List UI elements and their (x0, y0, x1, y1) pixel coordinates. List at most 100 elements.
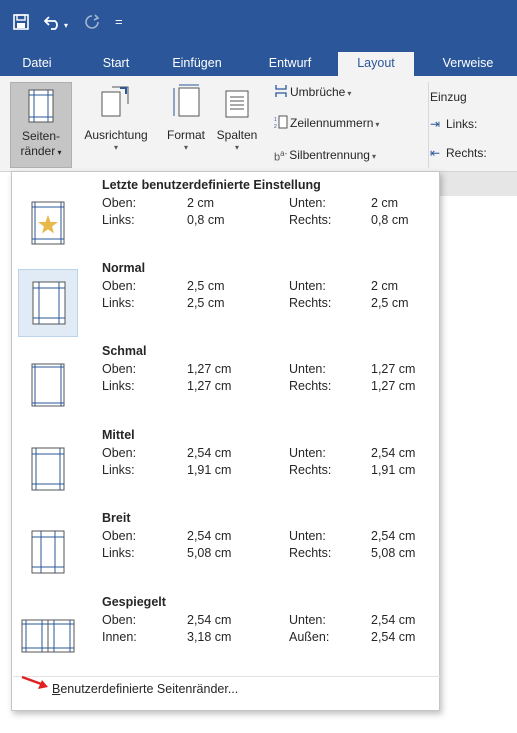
margin-option-title: Normal (102, 261, 146, 275)
indent-left-icon: ⇥ (430, 117, 441, 131)
custom-margins-menu-item[interactable]: Benutzerdefinierte Seitenränder... (52, 682, 238, 696)
breaks-label: Umbrüche (290, 85, 346, 100)
tab-entwurf[interactable]: Entwurf (258, 52, 322, 76)
tab-verweise[interactable]: Verweise (432, 52, 504, 76)
breaks-icon (274, 84, 288, 102)
wide-margins-icon (18, 519, 78, 587)
red-arrow-icon (20, 674, 50, 695)
label-right: Rechts: (289, 296, 332, 310)
label-right: Rechts: (289, 213, 332, 227)
tab-datei[interactable]: Datei (17, 52, 57, 76)
label-inside: Innen: (102, 630, 137, 644)
value-top: 2,54 cm (187, 613, 232, 627)
hyphenation-chevron-icon: ▾ (371, 152, 376, 161)
indent-right-icon: ⇤ (430, 146, 441, 160)
label-left: Links: (102, 463, 135, 477)
title-bar: ▾ = (0, 0, 517, 52)
indent-left-label: Links: (446, 117, 478, 131)
indent-label: Einzug (430, 90, 467, 104)
normal-margins-icon (18, 269, 78, 337)
value-right: 1,27 cm (371, 379, 416, 393)
size-label: Format (166, 128, 205, 142)
save-icon[interactable] (13, 14, 29, 30)
label-bottom: Unten: (289, 446, 326, 460)
label-bottom: Unten: (289, 362, 326, 376)
value-bottom: 1,27 cm (371, 362, 416, 376)
hyphenation-icon: ba- (274, 149, 288, 164)
value-left: 1,27 cm (187, 379, 232, 393)
size-chevron-icon: ▾ (183, 143, 188, 152)
value-left: 1,91 cm (187, 463, 232, 477)
label-top: Oben: (102, 529, 137, 543)
undo-icon[interactable] (44, 14, 62, 30)
value-inside: 3,18 cm (187, 630, 232, 644)
margin-option-last-custom[interactable]: Letzte benutzerdefinierte Einstellung Ob… (13, 178, 440, 262)
tab-einfuegen[interactable]: Einfügen (166, 52, 228, 76)
columns-label: Spalten (216, 128, 258, 142)
value-right: 2,5 cm (371, 296, 409, 310)
document-ruler-strip (440, 172, 517, 196)
ribbon-tabs: Datei Start Einfügen Entwurf Layout Verw… (0, 52, 517, 76)
margin-option-title: Mittel (102, 428, 135, 442)
label-right: Rechts: (289, 463, 332, 477)
svg-text:2: 2 (274, 124, 277, 129)
label-left: Links: (102, 296, 135, 310)
svg-text:1: 1 (274, 117, 277, 123)
margin-option-normal[interactable]: Normal Oben: 2,5 cm Unten: 2 cm Links: 2… (13, 261, 440, 345)
line-numbers-button[interactable]: 1 2 Zeilennummern ▾ (274, 115, 379, 133)
margins-icon (28, 89, 54, 123)
mirrored-margins-icon (15, 603, 81, 671)
orientation-button[interactable]: Ausrichtung ▾ (74, 82, 158, 168)
label-top: Oben: (102, 196, 137, 210)
indent-right-label: Rechts: (446, 146, 487, 160)
columns-button[interactable]: Spalten ▾ (212, 82, 262, 168)
margin-option-mirrored[interactable]: Gespiegelt Oben: 2,54 cm Unten: 2,54 cm … (13, 595, 440, 679)
custom-margins-star-icon (18, 190, 78, 258)
hyphenation-button[interactable]: ba- Silbentrennung ▾ (274, 146, 376, 166)
orientation-chevron-icon: ▾ (113, 143, 118, 152)
page-size-icon (173, 84, 200, 117)
margin-option-title: Schmal (102, 344, 147, 358)
margin-option-title: Breit (102, 511, 131, 525)
label-outside: Außen: (289, 630, 330, 644)
margin-option-title: Letzte benutzerdefinierte Einstellung (102, 178, 321, 192)
value-top: 2,5 cm (187, 279, 225, 293)
value-left: 2,5 cm (187, 296, 225, 310)
line-numbers-chevron-icon: ▾ (375, 120, 380, 130)
label-top: Oben: (102, 613, 137, 627)
value-left: 5,08 cm (187, 546, 232, 560)
value-left: 0,8 cm (187, 213, 225, 227)
tab-layout[interactable]: Layout (338, 52, 414, 76)
value-bottom: 2,54 cm (371, 613, 416, 627)
redo-icon (84, 14, 100, 30)
value-top: 2,54 cm (187, 529, 232, 543)
label-top: Oben: (102, 362, 137, 376)
columns-chevron-icon: ▾ (234, 143, 239, 152)
label-right: Rechts: (289, 379, 332, 393)
margins-button[interactable]: Seiten- ränder ▾ (10, 82, 72, 168)
label-left: Links: (102, 546, 135, 560)
label-left: Links: (102, 213, 135, 227)
breaks-button[interactable]: Umbrüche ▾ (274, 84, 351, 102)
moderate-margins-icon (18, 436, 78, 504)
margin-option-wide[interactable]: Breit Oben: 2,54 cm Unten: 2,54 cm Links… (13, 511, 440, 595)
value-top: 1,27 cm (187, 362, 232, 376)
indent-left-field[interactable]: ⇥ Links: (430, 117, 477, 131)
ribbon-group-separator (428, 82, 429, 168)
margins-dropdown: Letzte benutzerdefinierte Einstellung Ob… (11, 171, 440, 711)
value-bottom: 2,54 cm (371, 446, 416, 460)
hyphenation-label: Silbentrennung (289, 148, 370, 162)
undo-dropdown-chevron-icon[interactable]: ▾ (64, 16, 68, 36)
value-bottom: 2 cm (371, 196, 399, 210)
label-left: Links: (102, 379, 135, 393)
margin-option-narrow[interactable]: Schmal Oben: 1,27 cm Unten: 1,27 cm Link… (13, 344, 440, 428)
label-bottom: Unten: (289, 613, 326, 627)
line-numbers-label: Zeilennummern (290, 116, 374, 131)
margin-option-moderate[interactable]: Mittel Oben: 2,54 cm Unten: 2,54 cm Link… (13, 428, 440, 512)
label-bottom: Unten: (289, 279, 326, 293)
value-bottom: 2 cm (371, 279, 399, 293)
size-button[interactable]: Format ▾ (160, 82, 212, 168)
tab-start[interactable]: Start (95, 52, 137, 76)
customize-qat-icon[interactable]: = (115, 12, 123, 32)
indent-right-field[interactable]: ⇤ Rechts: (430, 146, 487, 160)
